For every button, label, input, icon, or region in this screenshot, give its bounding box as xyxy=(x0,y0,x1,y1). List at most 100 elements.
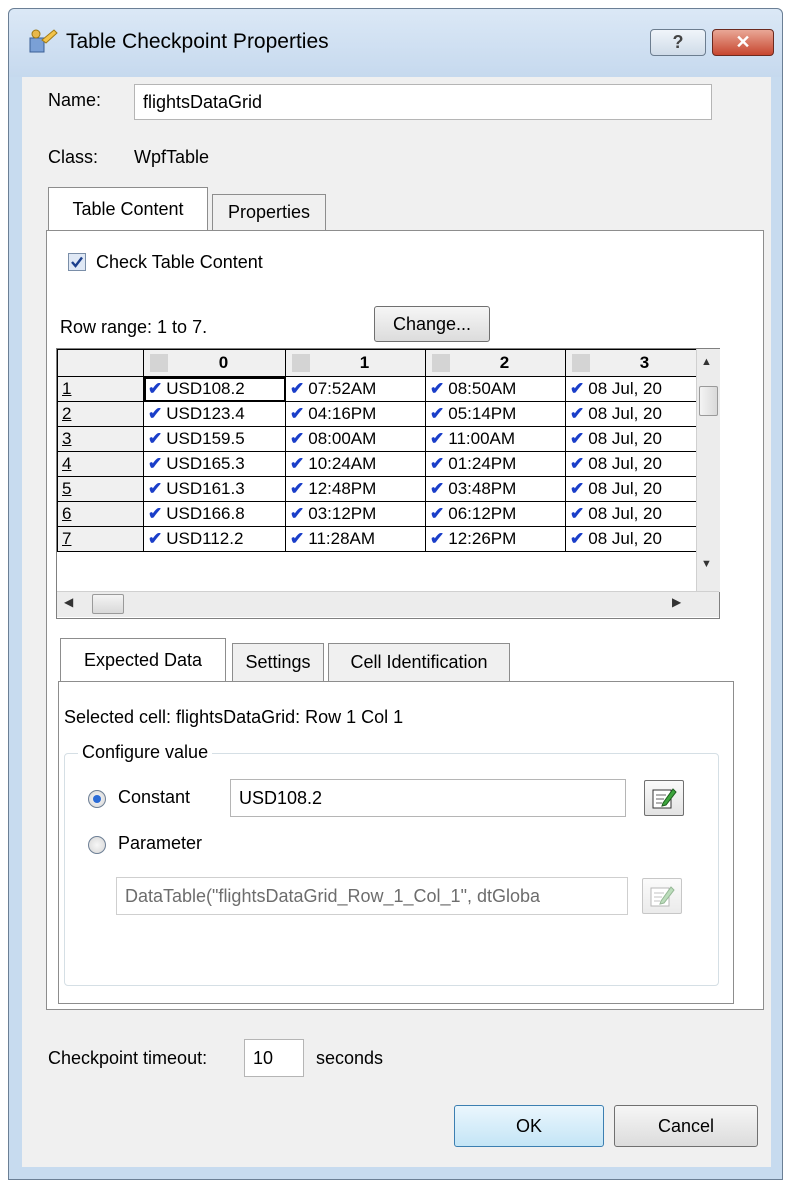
row-header[interactable]: 5 xyxy=(57,476,144,502)
grid-cell[interactable]: ✔ 12:26PM xyxy=(425,526,566,552)
name-field[interactable]: flightsDataGrid xyxy=(134,84,712,120)
scroll-down-icon[interactable]: ▼ xyxy=(701,558,712,570)
constant-edit-button[interactable] xyxy=(644,780,684,816)
grid-cell[interactable]: ✔ USD165.3 xyxy=(143,451,286,477)
grid-cell[interactable]: ✔ 01:24PM xyxy=(425,451,566,477)
parameter-value-field[interactable]: DataTable("flightsDataGrid_Row_1_Col_1",… xyxy=(116,877,628,915)
tab-expected-data[interactable]: Expected Data xyxy=(60,638,226,682)
checkpoint-timeout-label: Checkpoint timeout: xyxy=(48,1048,208,1068)
parameter-edit-button[interactable] xyxy=(642,878,682,914)
column-header-3[interactable]: 3 xyxy=(565,349,706,377)
grid-cell[interactable]: ✔ 05:14PM xyxy=(425,401,566,427)
grid-cell[interactable]: ✔ USD123.4 xyxy=(143,401,286,427)
cancel-button[interactable]: Cancel xyxy=(614,1105,758,1147)
data-grid[interactable]: 0 1 2 3 1 ✔ USD108.2 ✔ 07:52AM ✔ 08:50AM ✔ 0… xyxy=(56,348,720,619)
scroll-up-icon[interactable]: ▲ xyxy=(701,356,712,368)
selected-cell-text: Selected cell: flightsDataGrid: Row 1 Co… xyxy=(64,707,404,727)
checkmark-icon: ✔ xyxy=(148,504,163,523)
table-row[interactable]: 7 ✔ USD112.2 ✔ 11:28AM ✔ 12:26PM ✔ 08 Jul, 2… xyxy=(57,526,706,552)
grid-cell[interactable]: ✔ 08 Jul, 20 xyxy=(565,501,706,527)
grid-cell[interactable]: ✔ 03:12PM xyxy=(285,501,426,527)
checkmark-icon: ✔ xyxy=(290,529,305,548)
row-header[interactable]: 4 xyxy=(57,451,144,477)
grid-cell[interactable]: ✔ 10:24AM xyxy=(285,451,426,477)
edit-icon xyxy=(652,788,677,809)
row-header[interactable]: 2 xyxy=(57,401,144,427)
scroll-right-icon[interactable]: ▶ xyxy=(672,595,681,609)
checkmark-icon: ✔ xyxy=(148,454,163,473)
grid-cell[interactable]: ✔ 08:00AM xyxy=(285,426,426,452)
grid-cell[interactable]: ✔ USD161.3 xyxy=(143,476,286,502)
close-button[interactable]: ✕ xyxy=(712,29,774,56)
checkpoint-icon xyxy=(28,28,58,54)
row-header[interactable]: 1 xyxy=(57,376,144,402)
column-header-1[interactable]: 1 xyxy=(285,349,426,377)
constant-label: Constant xyxy=(118,787,191,807)
change-button[interactable]: Change... xyxy=(374,306,490,342)
column-select-box[interactable] xyxy=(292,354,310,372)
table-row[interactable]: 6 ✔ USD166.8 ✔ 03:12PM ✔ 06:12PM ✔ 08 Jul, 2… xyxy=(57,501,706,527)
tab-properties[interactable]: Properties xyxy=(212,194,326,230)
grid-cell[interactable]: ✔ 04:16PM xyxy=(285,401,426,427)
checkmark-icon: ✔ xyxy=(148,429,163,448)
column-select-box[interactable] xyxy=(150,354,168,372)
grid-cell[interactable]: ✔ 11:28AM xyxy=(285,526,426,552)
scroll-left-icon[interactable]: ◀ xyxy=(64,595,73,609)
constant-radio[interactable] xyxy=(88,790,106,808)
help-button[interactable]: ? xyxy=(650,29,706,56)
tab-settings[interactable]: Settings xyxy=(232,643,324,681)
grid-cell[interactable]: ✔ 08 Jul, 20 xyxy=(565,476,706,502)
parameter-radio[interactable] xyxy=(88,836,106,854)
row-header[interactable]: 6 xyxy=(57,501,144,527)
table-row[interactable]: 4 ✔ USD165.3 ✔ 10:24AM ✔ 01:24PM ✔ 08 Jul, 2… xyxy=(57,451,706,477)
table-row[interactable]: 1 ✔ USD108.2 ✔ 07:52AM ✔ 08:50AM ✔ 08 Jul, 2… xyxy=(57,376,706,402)
checkmark-icon: ✔ xyxy=(290,429,305,448)
class-label: Class: xyxy=(48,147,99,167)
column-select-box[interactable] xyxy=(572,354,590,372)
grid-cell[interactable]: ✔ USD159.5 xyxy=(143,426,286,452)
table-row[interactable]: 5 ✔ USD161.3 ✔ 12:48PM ✔ 03:48PM ✔ 08 Jul, 2… xyxy=(57,476,706,502)
grid-cell[interactable]: ✔ 08 Jul, 20 xyxy=(565,401,706,427)
grid-cell[interactable]: ✔ 08:50AM xyxy=(425,376,566,402)
checkmark-icon: ✔ xyxy=(148,379,163,398)
grid-cell[interactable]: ✔ 12:48PM xyxy=(285,476,426,502)
grid-cell[interactable]: ✔ 11:00AM xyxy=(425,426,566,452)
grid-cell[interactable]: ✔ 07:52AM xyxy=(285,376,426,402)
row-header[interactable]: 3 xyxy=(57,426,144,452)
column-header-2[interactable]: 2 xyxy=(425,349,566,377)
parameter-label: Parameter xyxy=(118,833,203,853)
grid-cell[interactable]: ✔ USD166.8 xyxy=(143,501,286,527)
ok-button[interactable]: OK xyxy=(454,1105,604,1147)
grid-corner-cell[interactable] xyxy=(57,349,144,377)
checkmark-icon: ✔ xyxy=(290,454,305,473)
checkmark-icon: ✔ xyxy=(148,479,163,498)
grid-horizontal-scrollbar[interactable] xyxy=(57,591,719,617)
grid-cell[interactable]: ✔ 06:12PM xyxy=(425,501,566,527)
name-label: Name: xyxy=(48,90,102,110)
grid-cell[interactable]: ✔ 08 Jul, 20 xyxy=(565,526,706,552)
check-table-content-checkbox[interactable] xyxy=(68,253,86,271)
column-select-box[interactable] xyxy=(432,354,450,372)
configure-value-label: Configure value xyxy=(78,742,213,763)
checkmark-icon: ✔ xyxy=(430,454,445,473)
checkmark-icon: ✔ xyxy=(290,404,305,423)
vertical-scroll-thumb[interactable] xyxy=(699,386,718,416)
timeout-field[interactable]: 10 xyxy=(244,1039,304,1077)
grid-cell[interactable]: ✔ USD112.2 xyxy=(143,526,286,552)
grid-cell[interactable]: ✔ 08 Jul, 20 xyxy=(565,451,706,477)
grid-cell[interactable]: ✔ 08 Jul, 20 xyxy=(565,376,706,402)
row-header[interactable]: 7 xyxy=(57,526,144,552)
grid-table: 0 1 2 3 1 ✔ USD108.2 ✔ 07:52AM ✔ 08:50AM ✔ 0… xyxy=(57,349,706,552)
constant-value-field[interactable]: USD108.2 xyxy=(230,779,626,817)
horizontal-scroll-thumb[interactable] xyxy=(92,594,124,614)
checkmark-icon: ✔ xyxy=(430,379,445,398)
tab-cell-identification[interactable]: Cell Identification xyxy=(328,643,510,681)
column-header-0[interactable]: 0 xyxy=(143,349,286,377)
grid-cell[interactable]: ✔ 03:48PM xyxy=(425,476,566,502)
table-row[interactable]: 3 ✔ USD159.5 ✔ 08:00AM ✔ 11:00AM ✔ 08 Jul, 2… xyxy=(57,426,706,452)
table-row[interactable]: 2 ✔ USD123.4 ✔ 04:16PM ✔ 05:14PM ✔ 08 Jul, 2… xyxy=(57,401,706,427)
checkmark-icon: ✔ xyxy=(430,429,445,448)
grid-cell[interactable]: ✔ 08 Jul, 20 xyxy=(565,426,706,452)
tab-table-content[interactable]: Table Content xyxy=(48,187,208,231)
grid-cell[interactable]: ✔ USD108.2 xyxy=(143,376,286,402)
